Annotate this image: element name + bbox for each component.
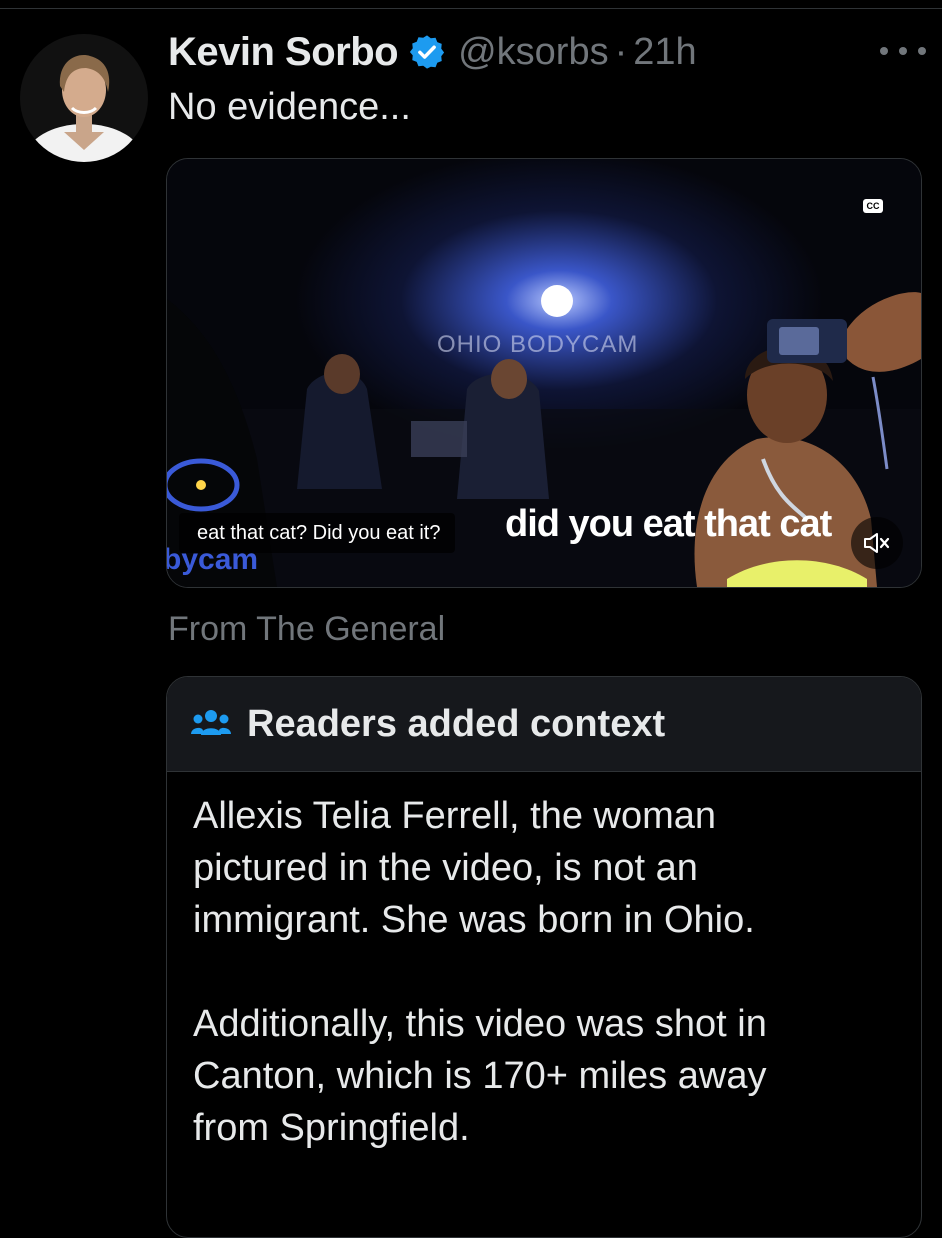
- people-icon: [191, 710, 231, 735]
- tweet-header: Kevin Sorbo @ksorbs · 21h: [168, 28, 697, 76]
- more-options-icon[interactable]: [880, 36, 926, 66]
- note-line: immigrant. She was born in Ohio.: [193, 899, 755, 941]
- note-line: Additionally, this video was shot in: [193, 1003, 767, 1045]
- community-note-header[interactable]: Readers added context: [167, 677, 921, 772]
- tweet-timestamp[interactable]: 21h: [633, 31, 696, 74]
- note-paragraph: Additionally, this video was shot in Can…: [193, 998, 895, 1154]
- note-line: Allexis Telia Ferrell, the woman: [193, 795, 717, 837]
- video-watermark: OHIO BODYCAM: [437, 331, 639, 358]
- bodycam-logo: bycam: [166, 543, 259, 576]
- author-handle[interactable]: @ksorbs: [458, 31, 609, 74]
- muted-speaker-icon[interactable]: [851, 517, 903, 569]
- video-attribution[interactable]: From The General: [168, 610, 445, 649]
- avatar-image: [20, 34, 148, 162]
- author-name[interactable]: Kevin Sorbo: [168, 30, 399, 75]
- note-line: pictured in the video, is not an: [193, 847, 698, 889]
- video-player[interactable]: OHIO BODYCAM did you eat that cat eat th…: [166, 158, 922, 588]
- author-avatar[interactable]: [20, 34, 148, 162]
- verified-badge-icon: [408, 33, 446, 71]
- burned-in-subtitle: did you eat that cat: [505, 503, 832, 545]
- tweet-text: No evidence...: [168, 86, 411, 128]
- separator-dot: ·: [614, 30, 628, 73]
- community-note-body: Allexis Telia Ferrell, the woman picture…: [167, 772, 921, 1154]
- top-divider: [0, 8, 942, 9]
- note-paragraph: Allexis Telia Ferrell, the woman picture…: [193, 790, 895, 946]
- cc-button[interactable]: CC: [863, 199, 883, 213]
- community-note-title: Readers added context: [247, 702, 666, 745]
- community-note: Readers added context Allexis Telia Ferr…: [166, 676, 922, 1238]
- note-line: Canton, which is 170+ miles away: [193, 1055, 767, 1097]
- note-line: from Springfield.: [193, 1107, 470, 1149]
